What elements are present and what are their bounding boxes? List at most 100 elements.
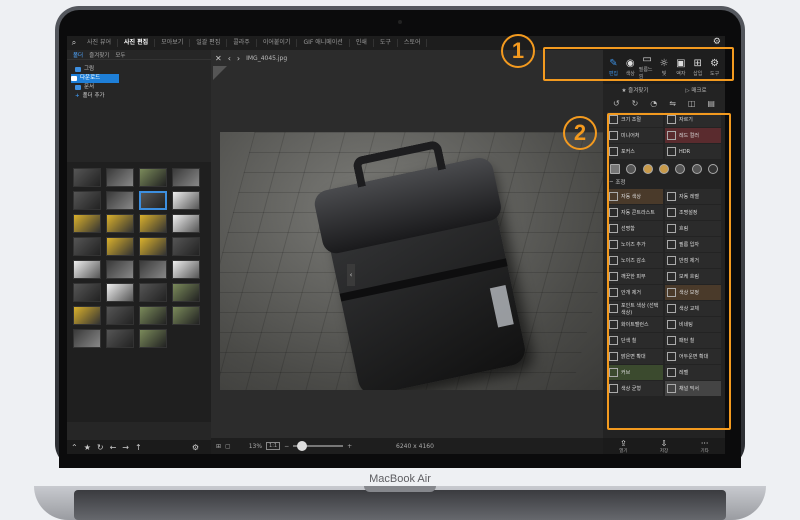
zoom-out-icon[interactable]: − bbox=[284, 443, 289, 450]
thumbnail[interactable] bbox=[73, 237, 101, 256]
bottom-action-0[interactable]: ⇪ 열기 bbox=[619, 439, 627, 454]
tree-item-pictures[interactable]: 그림 bbox=[71, 65, 211, 74]
menu-item-photo-viewer[interactable]: 사진 뷰어 bbox=[81, 39, 118, 47]
menu-item-combine[interactable]: 이어붙이기 bbox=[257, 39, 298, 47]
compare-icon[interactable]: ▢ bbox=[225, 443, 231, 450]
menu-item-batch-edit[interactable]: 일괄 편집 bbox=[190, 39, 228, 47]
thumbnail[interactable] bbox=[106, 260, 134, 279]
main-photo[interactable] bbox=[220, 132, 606, 390]
thumbnail[interactable] bbox=[73, 306, 101, 325]
annotation-number-one: 1 bbox=[501, 34, 535, 68]
thumbnail[interactable] bbox=[172, 306, 200, 325]
thumbnail[interactable] bbox=[106, 283, 134, 302]
thumbnail[interactable] bbox=[139, 237, 167, 256]
thumbnail[interactable] bbox=[73, 214, 101, 233]
thumbnail[interactable] bbox=[172, 237, 200, 256]
tree-item-add-folder[interactable]: + 폴더 추가 bbox=[71, 92, 211, 101]
gear-icon[interactable]: ⚙ bbox=[192, 443, 199, 452]
folder-tree: 그림 다운로드 문서 + 폴더 추가 bbox=[67, 60, 211, 101]
left-tabs: 폴더 즐겨찾기 모두 bbox=[67, 50, 211, 60]
tab-folder[interactable]: 폴더 bbox=[70, 51, 86, 59]
thumbnail[interactable] bbox=[73, 191, 101, 210]
tab-all[interactable]: 모두 bbox=[112, 51, 128, 59]
tab-favorites[interactable]: 즐겨찾기 bbox=[86, 51, 112, 59]
action-icon: ··· bbox=[700, 438, 709, 448]
image-resolution: 6240 x 4160 bbox=[396, 442, 434, 450]
tree-item-label: 문서 bbox=[84, 84, 95, 90]
thumbnail[interactable] bbox=[139, 329, 167, 348]
thumbnail[interactable] bbox=[172, 191, 200, 210]
image-canvas: ✕ ‹ › IMG_4045.jpg ‹ ⊞ ▢ 13% 1:1 − + 624… bbox=[211, 50, 606, 454]
mirror-icon[interactable]: ◫ bbox=[688, 99, 696, 108]
thumbnail[interactable] bbox=[172, 214, 200, 233]
menu-item-browse[interactable]: 모아보기 bbox=[155, 39, 191, 47]
thumbnail[interactable] bbox=[73, 283, 101, 302]
menu-item-gif[interactable]: GIF 애니메이션 bbox=[297, 39, 350, 47]
thumbnail[interactable] bbox=[139, 283, 167, 302]
thumbnail-panel bbox=[67, 162, 211, 422]
thumbnail[interactable] bbox=[172, 283, 200, 302]
right-bottom-toolbar: ⇪ 열기 ⇩ 저장 ··· 기타 bbox=[603, 438, 725, 454]
grid-icon[interactable]: ⊞ bbox=[216, 443, 221, 450]
thumbnail[interactable] bbox=[73, 329, 101, 348]
up-icon[interactable]: ↑ bbox=[135, 443, 142, 452]
thumbnail[interactable] bbox=[172, 260, 200, 279]
gear-icon[interactable]: ⚙ bbox=[713, 37, 721, 47]
thumbnail[interactable] bbox=[139, 168, 167, 187]
search-icon[interactable]: ⌕ bbox=[67, 36, 81, 50]
zoom-in-icon[interactable]: + bbox=[347, 443, 352, 450]
rotate-right-icon[interactable]: ↻ bbox=[632, 99, 639, 108]
thumbnail[interactable] bbox=[106, 191, 134, 210]
back-icon[interactable]: ← bbox=[110, 443, 117, 452]
rotate-icon[interactable]: ◔ bbox=[650, 99, 657, 108]
zoom-slider-knob[interactable] bbox=[297, 441, 308, 451]
refresh-icon[interactable]: ↻ bbox=[97, 443, 104, 452]
chevron-left-icon[interactable]: ‹ bbox=[228, 54, 231, 63]
thumbnail-selected[interactable] bbox=[139, 191, 167, 210]
bottom-action-2[interactable]: ··· 기타 bbox=[701, 439, 709, 454]
menu-item-photo-edit[interactable]: 사진 편집 bbox=[118, 39, 156, 47]
menu-item-store[interactable]: 스토어 bbox=[398, 39, 428, 47]
collapse-panel-button[interactable]: ‹ bbox=[347, 264, 355, 286]
rotate-left-icon[interactable]: ↺ bbox=[613, 99, 620, 108]
base-notch bbox=[364, 486, 436, 492]
left-bottom-toolbar: ⌃ ★ ↻ ← → ↑ ⚙ bbox=[67, 440, 211, 454]
thumbnail[interactable] bbox=[73, 260, 101, 279]
thumbnail[interactable] bbox=[139, 260, 167, 279]
thumbnail[interactable] bbox=[106, 306, 134, 325]
highlight-box-tools bbox=[543, 47, 734, 81]
thumbnail[interactable] bbox=[106, 168, 134, 187]
folder-icon bbox=[71, 76, 77, 81]
bottom-action-1[interactable]: ⇩ 저장 bbox=[660, 439, 668, 454]
tree-item-label: 폴더 추가 bbox=[82, 93, 105, 99]
keyboard bbox=[74, 490, 726, 520]
menu-item-print[interactable]: 인쇄 bbox=[350, 39, 374, 47]
thumbnail[interactable] bbox=[106, 329, 134, 348]
thumbnail[interactable] bbox=[73, 168, 101, 187]
thumbnail[interactable] bbox=[106, 237, 134, 256]
tree-item-label: 그림 bbox=[84, 66, 95, 72]
straighten-icon[interactable]: ▤ bbox=[707, 99, 715, 108]
thumbnail[interactable] bbox=[106, 214, 134, 233]
favorites-button[interactable]: ★ 즐겨찾기 bbox=[621, 86, 648, 94]
menu-item-collage[interactable]: 콜라주 bbox=[227, 39, 257, 47]
thumbnail[interactable] bbox=[139, 214, 167, 233]
tree-item-downloads[interactable]: 다운로드 bbox=[71, 74, 119, 83]
chevron-up-icon[interactable]: ⌃ bbox=[71, 443, 78, 452]
tree-item-documents[interactable]: 문서 bbox=[71, 83, 211, 92]
menu-item-tools[interactable]: 도구 bbox=[374, 39, 398, 47]
star-icon[interactable]: ★ bbox=[84, 443, 91, 452]
macro-button[interactable]: ▷ 매크로 bbox=[685, 86, 706, 94]
thumbnail[interactable] bbox=[139, 306, 167, 325]
case-label bbox=[489, 285, 514, 328]
chevron-right-icon[interactable]: › bbox=[237, 54, 240, 63]
close-icon[interactable]: ✕ bbox=[215, 54, 222, 63]
folder-icon bbox=[75, 85, 81, 90]
actual-size-button[interactable]: 1:1 bbox=[266, 442, 281, 450]
forward-icon[interactable]: → bbox=[122, 443, 129, 452]
zoom-slider[interactable] bbox=[293, 441, 344, 451]
tree-item-label: 다운로드 bbox=[80, 75, 101, 81]
flip-icon[interactable]: ⇋ bbox=[669, 99, 676, 108]
thumbnail[interactable] bbox=[172, 168, 200, 187]
canvas-bottom-bar: ⊞ ▢ 13% 1:1 − + 6240 x 4160 bbox=[211, 438, 603, 454]
